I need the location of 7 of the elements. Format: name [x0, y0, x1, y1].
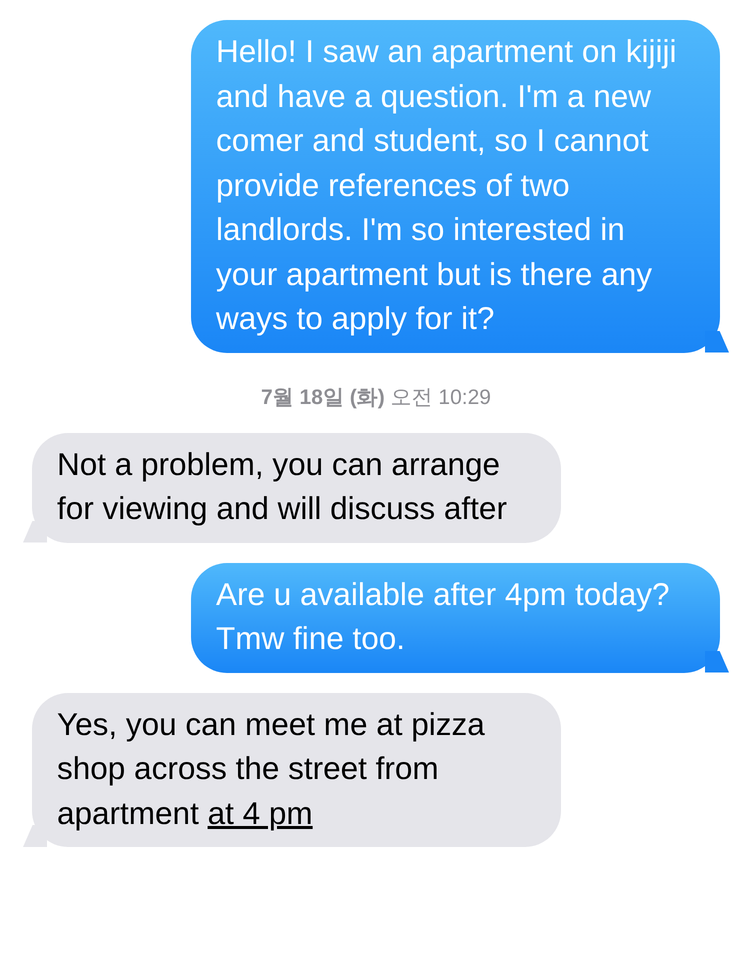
time-link[interactable]: at 4 pm — [208, 794, 313, 830]
sent-message-bubble: Hello! I saw an apartment on kijiji and have a question. I'm a new comer and student, so I cannot provide references of two landlords. I'm so interested in your apartment but is there any ways to apply for it? — [191, 20, 720, 352]
message-timestamp: 7월 18일 (화) 오전 10:29 — [261, 384, 491, 410]
sent-message-bubble: Are u available after 4pm today? Tmw fine too. — [191, 562, 720, 672]
received-message-bubble: Yes, you can meet me at pizza shop across the street from apartment at 4 pm — [32, 692, 561, 847]
received-message-bubble: Not a problem, you can arrange for viewing and will discuss after — [32, 432, 561, 542]
bubble-tail — [705, 650, 729, 672]
